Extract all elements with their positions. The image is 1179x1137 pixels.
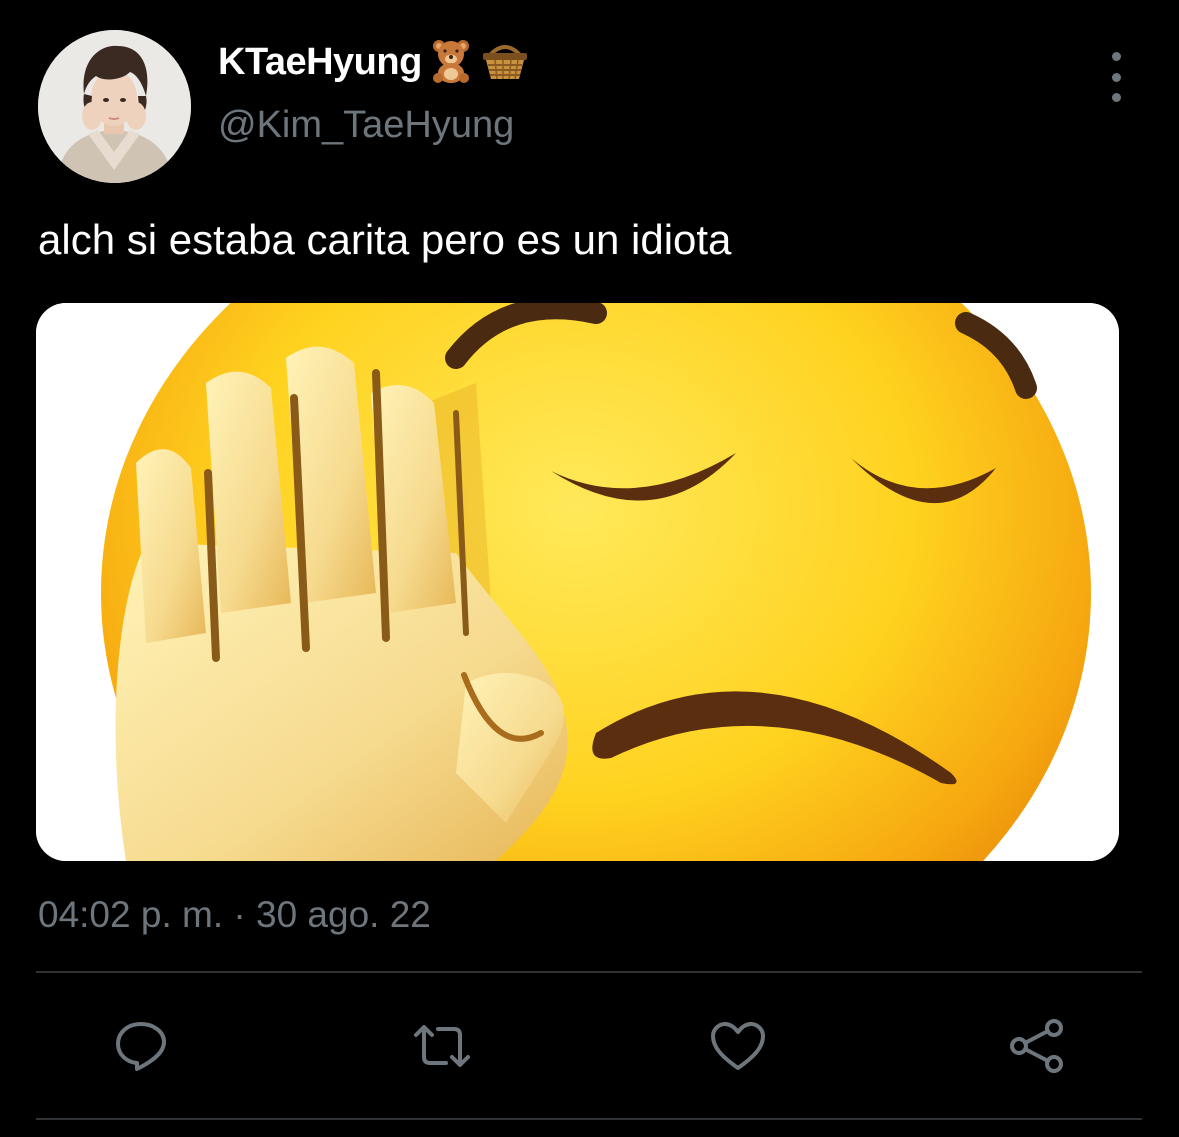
teddy-bear-emoji-icon (428, 37, 474, 88)
facepalm-emoji-icon (36, 303, 1119, 861)
retweet-button[interactable] (412, 1016, 472, 1076)
basket-emoji-icon (480, 37, 530, 88)
retweet-icon (414, 1025, 470, 1067)
user-handle[interactable]: @Kim_TaeHyung (218, 104, 514, 147)
avatar[interactable] (38, 30, 191, 183)
more-dot-icon (1111, 93, 1121, 102)
tweet-timestamp[interactable]: 04:02 p. m. · 30 ago. 22 (38, 894, 431, 936)
tweet-text: alch si estaba carita pero es un idiota (38, 216, 732, 263)
more-options-button[interactable] (1096, 52, 1136, 102)
avatar-image (38, 30, 191, 183)
like-button[interactable] (708, 1016, 768, 1076)
share-icon (1010, 1019, 1063, 1073)
reply-icon (116, 1022, 166, 1071)
reply-button[interactable] (111, 1016, 171, 1076)
divider (36, 971, 1142, 973)
more-dot-icon (1111, 72, 1121, 82)
tweet: KTaeHyung @Kim_TaeHyung alch si estaba c… (0, 0, 1179, 1137)
divider (36, 1118, 1142, 1120)
display-name-row: KTaeHyung (218, 36, 530, 88)
more-dot-icon (1111, 52, 1121, 61)
tweet-media-image[interactable] (36, 303, 1119, 861)
share-button[interactable] (1007, 1016, 1067, 1076)
display-name[interactable]: KTaeHyung (218, 41, 422, 84)
like-icon (711, 1022, 765, 1070)
